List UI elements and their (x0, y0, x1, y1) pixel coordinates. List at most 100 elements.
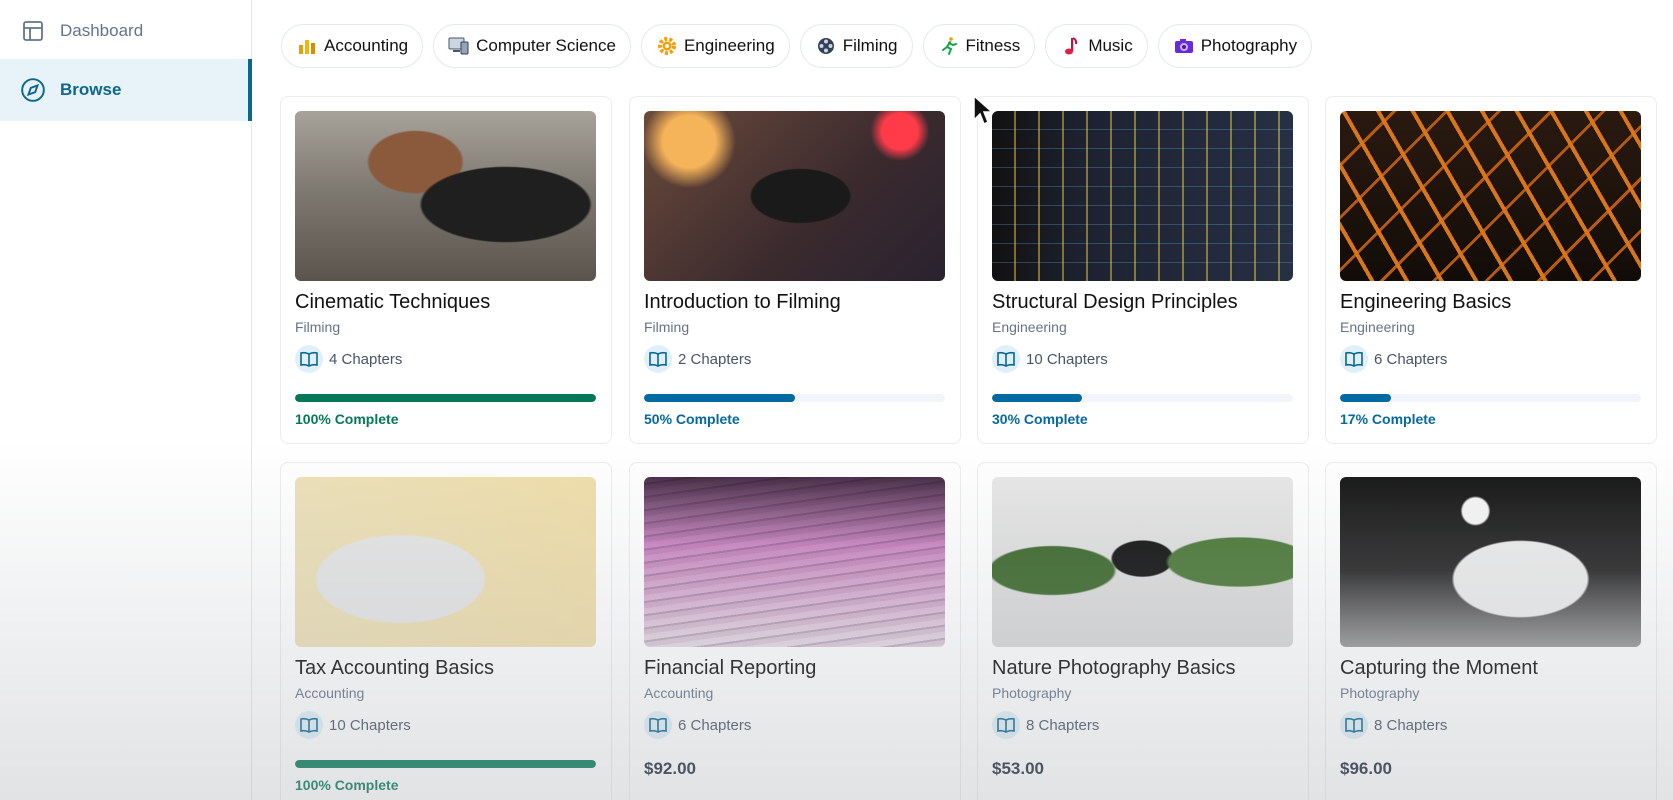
chapter-count-label: 10 Chapters (329, 716, 411, 734)
chapter-count: 6 Chapters (1340, 345, 1447, 373)
course-title: Structural Design Principles (992, 291, 1238, 313)
chapter-count-label: 8 Chapters (1374, 716, 1448, 734)
category-chip-music[interactable]: Music (1045, 24, 1148, 68)
book-icon (644, 345, 672, 373)
course-thumbnail (992, 111, 1293, 281)
category-chip-label: Music (1088, 36, 1133, 55)
course-category: Engineering (1340, 319, 1415, 335)
category-chip-label: Filming (842, 36, 898, 55)
book-icon (295, 711, 323, 739)
course-card[interactable]: Tax Accounting Basics Accounting 10 Chap… (280, 462, 612, 800)
category-chip-engineering[interactable]: Engineering (640, 24, 790, 68)
progress-text: 100% Complete (295, 777, 399, 793)
layout-icon (20, 18, 46, 44)
sidebar-item-dashboard[interactable]: Dashboard (0, 0, 252, 62)
chapter-count-label: 4 Chapters (329, 350, 403, 368)
course-card[interactable]: Financial Reporting Accounting 6 Chapter… (629, 462, 961, 800)
course-title: Engineering Basics (1340, 291, 1512, 313)
course-card[interactable]: Nature Photography Basics Photography 8 … (977, 462, 1309, 800)
course-title: Nature Photography Basics (992, 657, 1236, 679)
chapter-count: 8 Chapters (992, 711, 1099, 739)
course-title: Cinematic Techniques (295, 291, 491, 313)
course-thumbnail (644, 111, 945, 281)
book-icon (295, 345, 323, 373)
course-price: $92.00 (644, 759, 696, 778)
chapter-count: 10 Chapters (992, 345, 1108, 373)
course-thumbnail (295, 111, 596, 281)
course-title: Financial Reporting (644, 657, 817, 679)
category-filter-bar: Accounting Computer Science Engineering … (281, 24, 1313, 68)
category-chip-accounting[interactable]: Accounting (281, 24, 424, 68)
book-icon (992, 345, 1020, 373)
runner-icon (938, 35, 960, 57)
book-icon (1340, 345, 1368, 373)
chapter-count: 10 Chapters (295, 711, 411, 739)
book-icon (644, 711, 672, 739)
bar-chart-icon (296, 35, 318, 57)
progress-fill (644, 394, 795, 402)
chapter-count: 2 Chapters (644, 345, 751, 373)
progress-bar (992, 394, 1293, 402)
camera-icon (1173, 35, 1195, 57)
chapter-count-label: 6 Chapters (1374, 350, 1448, 368)
chapter-count-label: 10 Chapters (1026, 350, 1108, 368)
course-thumbnail (1340, 111, 1641, 281)
sidebar-item-label: Browse (60, 80, 122, 99)
sidebar-item-browse[interactable]: Browse (0, 59, 252, 121)
chapter-count: 6 Chapters (644, 711, 751, 739)
category-chip-photography[interactable]: Photography (1157, 24, 1313, 68)
course-category: Filming (644, 319, 690, 335)
course-thumbnail (295, 477, 596, 647)
category-chip-label: Fitness (965, 36, 1021, 55)
film-reel-icon (815, 35, 837, 57)
main-content: Accounting Computer Science Engineering … (253, 0, 1673, 800)
course-card[interactable]: Introduction to Filming Filming 2 Chapte… (629, 96, 961, 444)
progress-bar (1340, 394, 1641, 402)
course-title: Capturing the Moment (1340, 657, 1538, 679)
chapter-count: 4 Chapters (295, 345, 402, 373)
course-card[interactable]: Cinematic Techniques Filming 4 Chapters … (280, 96, 612, 444)
course-card[interactable]: Capturing the Moment Photography 8 Chapt… (1325, 462, 1657, 800)
computer-icon (448, 35, 470, 57)
course-card[interactable]: Structural Design Principles Engineering… (977, 96, 1309, 444)
compass-icon (20, 77, 46, 103)
book-icon (992, 711, 1020, 739)
progress-bar (644, 394, 945, 402)
progress-text: 50% Complete (644, 411, 740, 427)
category-chip-label: Accounting (324, 36, 409, 55)
category-chip-fitness[interactable]: Fitness (922, 24, 1036, 68)
progress-fill (1340, 394, 1392, 402)
course-thumbnail (644, 477, 945, 647)
sidebar: Dashboard Browse (0, 0, 252, 800)
chapter-count-label: 8 Chapters (1026, 716, 1100, 734)
course-title: Introduction to Filming (644, 291, 841, 313)
course-title: Tax Accounting Basics (295, 657, 494, 679)
mouse-cursor-icon (972, 94, 996, 133)
course-card[interactable]: Engineering Basics Engineering 6 Chapter… (1325, 96, 1657, 444)
course-category: Accounting (295, 685, 365, 701)
progress-text: 30% Complete (992, 411, 1088, 427)
chapter-count: 8 Chapters (1340, 711, 1447, 739)
sidebar-item-label: Dashboard (60, 21, 144, 40)
chapter-count-label: 6 Chapters (678, 716, 752, 734)
book-icon (1340, 711, 1368, 739)
progress-bar (295, 760, 596, 768)
category-chip-label: Photography (1200, 36, 1298, 55)
category-chip-label: Engineering (683, 36, 775, 55)
progress-text: 100% Complete (295, 411, 399, 427)
progress-fill (295, 394, 596, 402)
music-note-icon (1060, 35, 1082, 57)
progress-bar (295, 394, 596, 402)
course-thumbnail (992, 477, 1293, 647)
progress-text: 17% Complete (1340, 411, 1436, 427)
category-chip-label: Computer Science (476, 36, 616, 55)
course-thumbnail (1340, 477, 1641, 647)
progress-fill (295, 760, 596, 768)
course-category: Photography (1340, 685, 1420, 701)
course-category: Engineering (992, 319, 1067, 335)
course-price: $53.00 (992, 759, 1044, 778)
category-chip-computer-science[interactable]: Computer Science (433, 24, 631, 68)
chapter-count-label: 2 Chapters (678, 350, 752, 368)
progress-fill (992, 394, 1083, 402)
category-chip-filming[interactable]: Filming (799, 24, 913, 68)
